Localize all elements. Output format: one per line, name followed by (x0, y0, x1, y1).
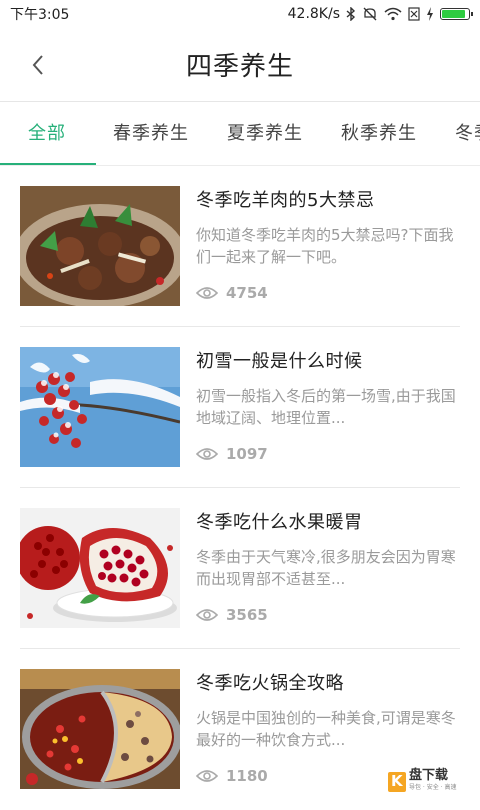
article-desc: 冬季由于天气寒冷,很多朋友会因为胃寒而出现胃部不适甚至... (196, 548, 456, 588)
view-count: 3565 (196, 606, 268, 624)
eye-icon (196, 448, 218, 460)
eye-icon (196, 287, 218, 299)
status-bar: 下午3:05 42.8K/s (0, 0, 480, 28)
article-desc: 火锅是中国独创的一种美食,可谓是寒冬最好的一种饮食方式... (196, 709, 456, 749)
status-time: 下午3:05 (10, 7, 70, 23)
charging-icon (426, 7, 434, 21)
list-item[interactable]: 冬季吃羊肉的5大禁忌 你知道冬季吃羊肉的5大禁忌吗?下面我们一起来了解一下吧。 … (20, 166, 460, 327)
sim-icon (408, 7, 420, 21)
tab-spring[interactable]: 春季养生 (113, 102, 189, 165)
tab-autumn[interactable]: 秋季养生 (341, 102, 417, 165)
view-count: 1180 (196, 767, 268, 785)
watermark-k-icon (388, 772, 406, 792)
wifi-icon (384, 7, 402, 21)
braised-lamb-dish-image (20, 186, 180, 306)
season-tabs: 全部 春季养生 夏季养生 秋季养生 冬季养生 (0, 102, 480, 166)
tab-winter[interactable]: 冬季养生 (455, 102, 480, 165)
view-count-value: 4754 (226, 284, 268, 302)
snow-covered-red-berries-image (20, 347, 180, 467)
view-count: 1097 (196, 445, 268, 463)
view-count-value: 1180 (226, 767, 268, 785)
watermark-logo: 盘下载 导包 · 安全 · 高速 (388, 768, 474, 796)
eye-icon (196, 770, 218, 782)
article-title: 冬季吃什么水果暖胃 (196, 512, 363, 533)
article-title: 冬季吃羊肉的5大禁忌 (196, 190, 375, 211)
tab-summer[interactable]: 夏季养生 (227, 102, 303, 165)
page-title: 四季养生 (185, 52, 294, 82)
list-item[interactable]: 初雪一般是什么时候 初雪一般指入冬后的第一场雪,由于我国地域辽阔、地理位置...… (20, 327, 460, 488)
article-title: 初雪一般是什么时候 (196, 351, 363, 372)
network-speed: 42.8K/s (287, 6, 340, 22)
view-count-value: 1097 (226, 445, 268, 463)
app-header: 四季养生 (0, 28, 480, 102)
article-desc: 初雪一般指入冬后的第一场雪,由于我国地域辽阔、地理位置... (196, 387, 456, 427)
watermark-text-block: 盘下载 导包 · 安全 · 高速 (409, 768, 457, 794)
article-title: 冬季吃火锅全攻略 (196, 673, 344, 694)
hot-pot-image (20, 669, 180, 789)
eye-icon (196, 609, 218, 621)
battery-icon (440, 8, 473, 20)
tab-all[interactable]: 全部 (28, 102, 66, 165)
bluetooth-icon (346, 7, 356, 21)
watermark-text: 盘下载 (409, 768, 449, 783)
view-count-value: 3565 (226, 606, 268, 624)
list-item[interactable]: 冬季吃什么水果暖胃 冬季由于天气寒冷,很多朋友会因为胃寒而出现胃部不适甚至...… (20, 488, 460, 649)
mute-icon (362, 7, 378, 21)
article-desc: 你知道冬季吃羊肉的5大禁忌吗?下面我们一起来了解一下吧。 (196, 226, 454, 266)
pomegranate-image (20, 508, 180, 628)
status-icons: 42.8K/s (287, 6, 473, 22)
watermark-tagline: 导包 · 安全 · 高速 (409, 784, 457, 791)
view-count: 4754 (196, 284, 268, 302)
